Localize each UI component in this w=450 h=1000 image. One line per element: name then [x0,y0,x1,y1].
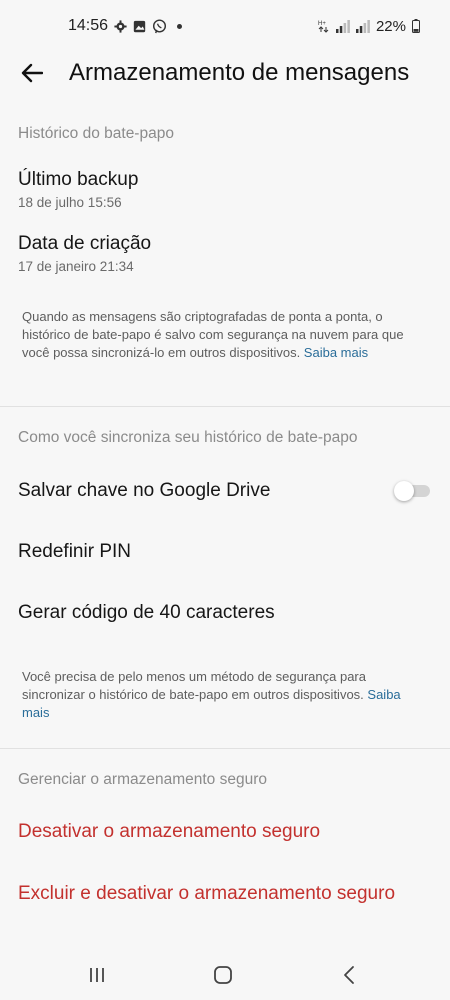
status-bar: 14:56 H+ 22% [0,0,450,52]
divider [0,748,450,749]
divider [0,406,450,407]
sync-note-text: Você precisa de pelo menos um método de … [22,669,368,702]
gallery-icon [133,20,146,33]
chat-history-note: Quando as mensagens são criptografadas d… [22,308,430,362]
signal-r-icon [355,19,370,33]
notification-dot [177,23,183,29]
toggle-knob [394,481,414,501]
battery-percent: 22% [375,17,406,35]
arrow-left-icon[interactable] [17,58,47,88]
page-title: Armazenamento de mensagens [69,59,410,86]
section-header-secure-storage: Gerenciar o armazenamento seguro [18,771,267,788]
google-drive-toggle[interactable] [394,481,430,501]
viber-icon [152,19,167,34]
last-backup-row: Último backup 18 de julho 15:56 [0,163,450,215]
signal-icon [335,19,350,33]
google-drive-row[interactable]: Salvar chave no Google Drive [0,466,450,516]
google-drive-label: Salvar chave no Google Drive [18,480,271,501]
home-icon[interactable] [208,962,238,988]
creation-date-value: 17 de janeiro 21:34 [18,259,134,274]
disable-secure-storage-label: Desativar o armazenamento seguro [18,821,321,842]
data-arrows-icon: H+ [318,19,330,33]
recent-apps-icon[interactable] [82,962,112,988]
creation-date-label: Data de criação [18,233,152,254]
delete-disable-secure-storage-label: Excluir e desativar o armazenamento segu… [18,883,396,904]
back-nav-icon[interactable] [334,962,364,988]
reset-pin-label: Redefinir PIN [18,541,131,562]
reset-pin-row[interactable]: Redefinir PIN [0,528,450,578]
section-header-sync: Como você sincroniza seu histórico de ba… [18,429,358,446]
status-right: H+ 22% [318,18,420,35]
section-header-chat-history: Histórico do bate-papo [18,125,174,142]
battery-icon [412,19,420,33]
delete-disable-secure-storage-row[interactable]: Excluir e desativar o armazenamento segu… [0,870,450,920]
status-left: 14:56 [68,17,183,35]
navigation-bar [0,950,450,1000]
status-time: 14:56 [68,17,109,34]
generate-code-label: Gerar código de 40 caracteres [18,602,275,623]
last-backup-label: Último backup [18,169,139,190]
disable-secure-storage-row[interactable]: Desativar o armazenamento seguro [0,808,450,858]
last-backup-value: 18 de julho 15:56 [18,195,122,210]
generate-code-row[interactable]: Gerar código de 40 caracteres [0,589,450,639]
app-bar: Armazenamento de mensagens [0,52,450,94]
svg-text:H+: H+ [318,21,326,27]
gear-icon [114,19,127,33]
creation-date-row: Data de criação 17 de janeiro 21:34 [0,227,450,279]
sync-note: Você precisa de pelo menos um método de … [22,668,430,722]
learn-more-link[interactable]: Saiba mais [304,345,368,360]
